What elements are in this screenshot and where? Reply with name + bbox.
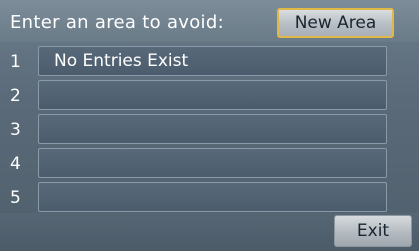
- header-bar: Enter an area to avoid: New Area: [0, 0, 419, 42]
- avoid-area-screen: Enter an area to avoid: New Area 1 No En…: [0, 0, 419, 251]
- list-item-3[interactable]: [38, 114, 387, 144]
- row-number-3: 3: [10, 120, 21, 140]
- page-title: Enter an area to avoid:: [10, 12, 224, 33]
- list-item-5[interactable]: [38, 182, 387, 212]
- row-number-4: 4: [10, 154, 21, 174]
- new-area-button[interactable]: New Area: [277, 8, 394, 38]
- row-number-1: 1: [10, 52, 21, 72]
- row-number-2: 2: [10, 86, 21, 106]
- list-item-1-label: No Entries Exist: [54, 51, 189, 71]
- list-item-2[interactable]: [38, 80, 387, 110]
- exit-button[interactable]: Exit: [334, 215, 412, 247]
- list-item-4[interactable]: [38, 148, 387, 178]
- row-number-5: 5: [10, 188, 21, 208]
